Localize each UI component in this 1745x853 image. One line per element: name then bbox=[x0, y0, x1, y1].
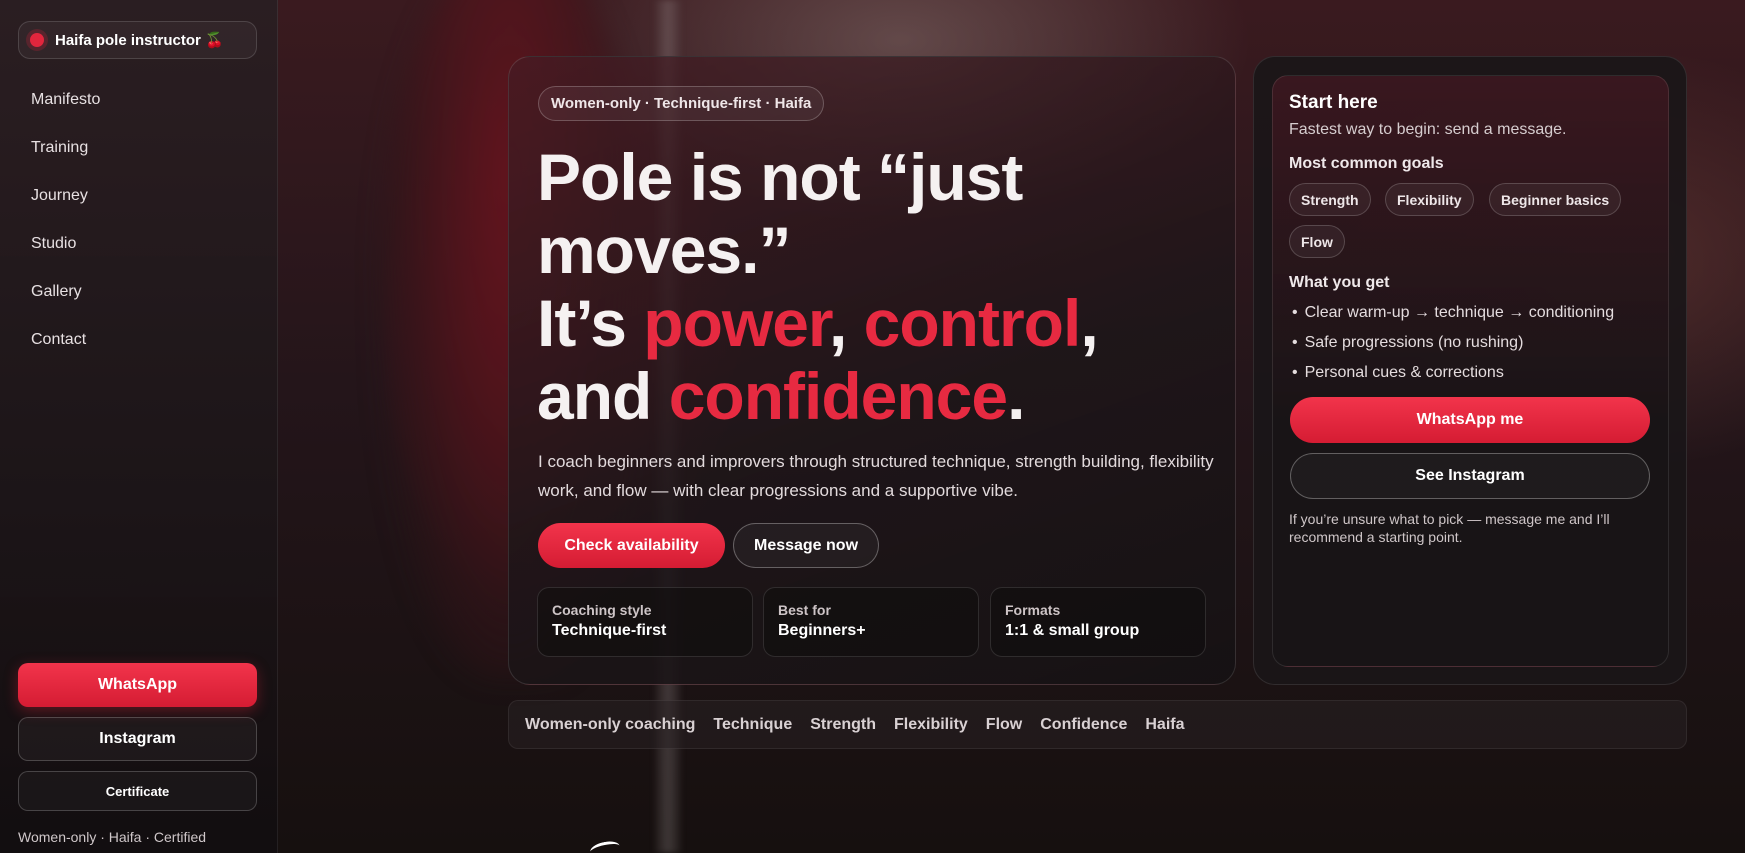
nav-item-studio[interactable]: Studio bbox=[31, 233, 100, 281]
sidebar-nav: Manifesto Training Journey Studio Galler… bbox=[31, 89, 100, 377]
hero-card: Women-only · Technique-first · Haifa Pol… bbox=[508, 56, 1236, 685]
brand-badge[interactable]: Haifa pole instructor 🍒 bbox=[18, 21, 257, 59]
headline-confidence: confidence bbox=[668, 359, 1008, 433]
nav-item-gallery[interactable]: Gallery bbox=[31, 281, 100, 329]
headline-comma1: , bbox=[828, 286, 864, 360]
goal-chip-flexibility[interactable]: Flexibility bbox=[1385, 183, 1474, 216]
stat-value: Technique-first bbox=[552, 622, 667, 639]
stat-label: Coaching style bbox=[552, 602, 652, 618]
stat-label: Best for bbox=[778, 602, 831, 618]
sidebar: Haifa pole instructor 🍒 Manifesto Traini… bbox=[0, 0, 278, 853]
hero-tag: Women-only · Technique-first · Haifa bbox=[538, 86, 825, 121]
headline-its: It’s bbox=[537, 286, 644, 360]
goal-chip-flow[interactable]: Flow bbox=[1289, 225, 1345, 258]
keyword-item: Women-only coaching bbox=[525, 715, 696, 733]
headline-line1: Pole is not “just moves.” bbox=[537, 140, 1023, 287]
sidebar-certificate-button[interactable]: Certificate bbox=[18, 771, 257, 811]
sidebar-whatsapp-button[interactable]: WhatsApp bbox=[18, 663, 257, 707]
brand-name: Haifa pole instructor 🍒 bbox=[55, 32, 224, 49]
benefit-item: Personal cues & corrections bbox=[1289, 364, 1504, 382]
stat-label: Formats bbox=[1005, 602, 1061, 618]
headline-and: and bbox=[537, 359, 669, 433]
headline-power: power bbox=[643, 286, 830, 360]
nav-item-training[interactable]: Training bbox=[31, 137, 100, 185]
goal-chip-strength[interactable]: Strength bbox=[1289, 183, 1371, 216]
stat-value: Beginners+ bbox=[778, 622, 866, 639]
nav-item-contact[interactable]: Contact bbox=[31, 329, 100, 377]
hero-description: I coach beginners and improvers through … bbox=[538, 452, 1214, 500]
brand-dot-icon bbox=[30, 33, 44, 47]
hero-headline: Pole is not “just moves.” It’s power, con… bbox=[537, 141, 1227, 433]
nav-item-manifesto[interactable]: Manifesto bbox=[31, 89, 100, 137]
keyword-item: Confidence bbox=[1040, 715, 1128, 733]
stat-card-formats: Formats 1:1 & small group bbox=[990, 587, 1206, 657]
stat-value: 1:1 & small group bbox=[1005, 622, 1140, 639]
headline-comma2: , bbox=[1080, 286, 1098, 360]
goal-chip-beginner-basics[interactable]: Beginner basics bbox=[1489, 183, 1622, 216]
keyword-strip: Women-only coaching Technique Strength F… bbox=[508, 700, 1687, 749]
stat-card-coaching-style: Coaching style Technique-first bbox=[537, 587, 753, 657]
message-now-button[interactable]: Message now bbox=[733, 523, 879, 568]
start-here-subtitle: Fastest way to begin: send a message. bbox=[1289, 121, 1567, 138]
what-you-get-heading: What you get bbox=[1289, 274, 1390, 291]
headline-control: control bbox=[863, 286, 1082, 360]
goals-heading: Most common goals bbox=[1289, 155, 1444, 172]
start-here-note: If you’re unsure what to pick — message … bbox=[1289, 511, 1610, 545]
nav-item-journey[interactable]: Journey bbox=[31, 185, 100, 233]
sidebar-footer-text: Women-only · Haifa · Certified bbox=[18, 829, 207, 845]
see-instagram-button[interactable]: See Instagram bbox=[1290, 453, 1650, 499]
keyword-item: Flow bbox=[985, 715, 1023, 733]
keyword-item: Technique bbox=[713, 715, 793, 733]
benefit-item: Safe progressions (no rushing) bbox=[1289, 334, 1524, 352]
keyword-item: Haifa bbox=[1145, 715, 1185, 733]
stat-card-best-for: Best for Beginners+ bbox=[763, 587, 979, 657]
whatsapp-me-button[interactable]: WhatsApp me bbox=[1290, 397, 1650, 443]
benefit-item: Clear warm-up → technique → conditioning bbox=[1289, 304, 1614, 322]
check-availability-button[interactable]: Check availability bbox=[538, 523, 725, 568]
sidebar-instagram-button[interactable]: Instagram bbox=[18, 717, 257, 761]
headline-period: . bbox=[1007, 359, 1025, 433]
start-here-title: Start here bbox=[1289, 92, 1378, 113]
keyword-item: Strength bbox=[810, 715, 876, 733]
keyword-item: Flexibility bbox=[894, 715, 968, 733]
